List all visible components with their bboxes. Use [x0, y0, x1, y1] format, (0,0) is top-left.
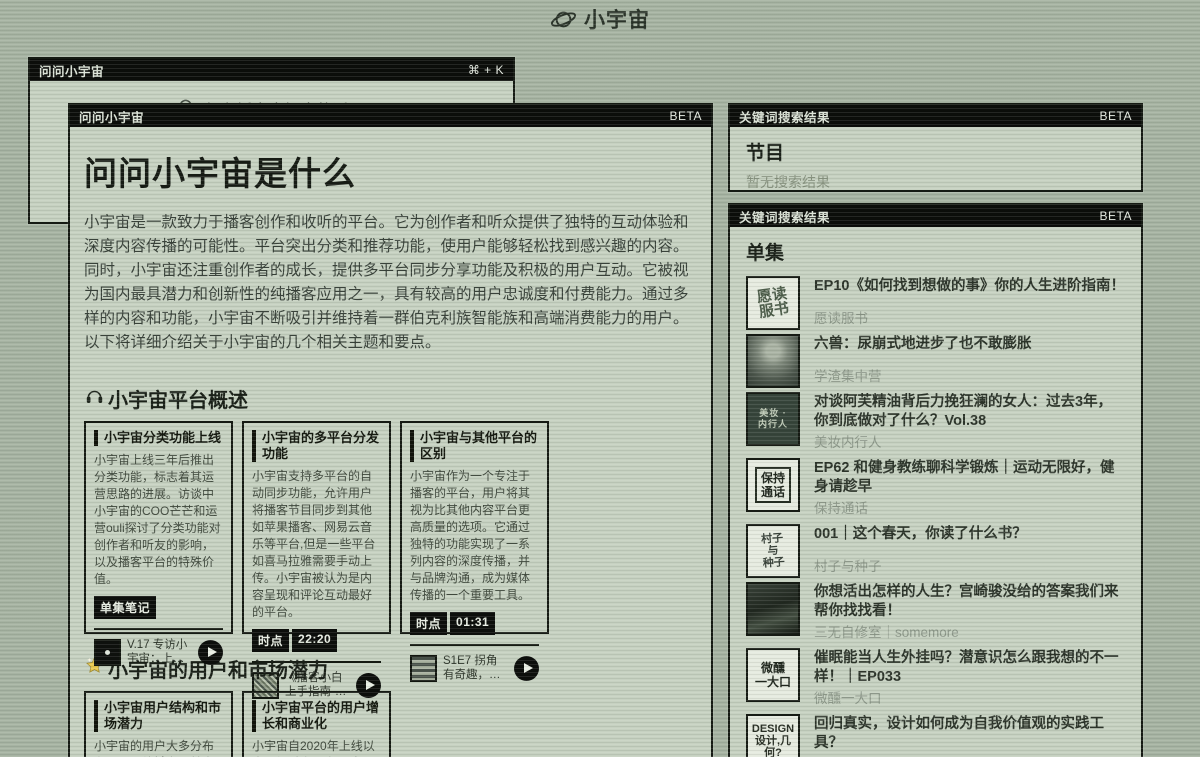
episode-cover: 村子 与 种子 — [746, 524, 800, 578]
section-header-users-market: 小宇宙的用户和市场潜力 — [84, 654, 697, 683]
episode-result-item[interactable]: 六兽：尿崩式地进步了也不敢膨胀 学渣集中营 — [746, 334, 1125, 388]
intro-paragraph: 小宇宙是一款致力于播客创作和收听的平台。它为创作者和听众提供了独特的互动体验和深… — [84, 211, 697, 355]
cover-text: 村子 与 种子 — [761, 532, 785, 569]
section-header-platform-overview: 小宇宙平台概述 — [84, 384, 697, 413]
topic-card: 小宇宙的多平台分发功能 小宇宙支持多平台的自动同步功能，允许用户将播客节目同步到… — [242, 421, 391, 634]
episode-source[interactable]: S1E7 拐角有奇趣，年轻大社... — [410, 646, 539, 682]
podcast-name: 愿读服书 — [814, 307, 1125, 327]
card-body: 小宇宙上线三年后推出分类功能，标志着其运营思路的进展。访谈中小宇宙的COO芒芒和… — [94, 452, 223, 588]
episode-result-item[interactable]: 保持 通话 EP62 和健身教练聊科学锻炼｜运动无限好，健身请趁早 保持通话 — [746, 458, 1125, 520]
episode-cover — [94, 639, 121, 666]
topic-card: 小宇宙与其他平台的区别 小宇宙作为一个专注于播客的平台，用户将其视为比其他内容平… — [400, 421, 549, 634]
brand-logo: 小宇宙 — [0, 4, 1200, 34]
podcast-name: 「设计,几何?」 — [814, 753, 1125, 757]
podcast-name: 三无自修室｜somemore — [814, 621, 1125, 641]
brand-name: 小宇宙 — [584, 4, 650, 34]
podcast-name: 村子与种子 — [814, 555, 1125, 575]
episode-title: 对谈阿芙精油背后力挽狂澜的女人：过去3年，你到底做对了什么？Vol.38 — [814, 393, 1125, 431]
cover-text: 微醺 一大口 — [755, 661, 791, 689]
card-title: 小宇宙平台的用户增长和商业化 — [252, 700, 381, 732]
page-title: 问问小宇宙是什么 — [84, 147, 697, 195]
episode-result-item[interactable]: 微醺 一大口 催眠能当人生外挂吗？潜意识怎么跟我想的不一样！｜EP033 微醺一… — [746, 648, 1125, 710]
cards-row-users: 小宇宙用户结构和市场潜力 小宇宙的用户大多分布在一、二线城市，其中许多用户的年收… — [84, 691, 697, 757]
cards-row-overview: 小宇宙分类功能上线 小宇宙上线三年后推出分类功能，标志着其运营思路的进展。访谈中… — [84, 421, 697, 634]
episode-title: 001｜这个春天，你读了什么书？ — [814, 525, 1125, 544]
cover-text: 愿读 服书 — [756, 286, 790, 320]
card-title: 小宇宙与其他平台的区别 — [410, 430, 539, 462]
episode-cover — [746, 334, 800, 388]
episode-cover: 保持 通话 — [746, 458, 800, 512]
shows-heading: 节目 — [746, 138, 1125, 165]
episode-results-list: 愿读 服书 EP10《如何找到想做的事》你的人生进阶指南！ 愿读服书 六兽：尿崩… — [746, 276, 1125, 757]
episode-cover — [746, 582, 800, 636]
episode-title: 回归真实，设计如何成为自我价值观的实践工具？ — [814, 715, 1125, 753]
episode-result-item[interactable]: 美妆 · 内行人 对谈阿芙精油背后力挽狂澜的女人：过去3年，你到底做对了什么？V… — [746, 392, 1125, 454]
episode-title: 催眠能当人生外挂吗？潜意识怎么跟我想的不一样！｜EP033 — [814, 649, 1125, 687]
panel-title: 关键词搜索结果 — [739, 207, 830, 226]
beta-badge: BETA — [670, 109, 702, 123]
podcast-name: 微醺一大口 — [814, 687, 1125, 707]
card-body: 小宇宙自2020年上线以来，经过多个发展阶段，从验证需求到渐渐成为重要平台，在用… — [252, 738, 381, 757]
beta-badge: BETA — [1100, 209, 1132, 223]
topic-card: 小宇宙分类功能上线 小宇宙上线三年后推出分类功能，标志着其运营思路的进展。访谈中… — [84, 421, 233, 634]
episode-cover: 愿读 服书 — [746, 276, 800, 330]
note-type-badge: 单集笔记 — [94, 596, 156, 619]
section-title: 小宇宙平台概述 — [108, 384, 248, 413]
episode-title: EP62 和健身教练聊科学锻炼｜运动无限好，健身请趁早 — [814, 459, 1125, 497]
episode-result-item[interactable]: 你想活出怎样的人生？宫崎骏没给的答案我们来帮你找找看！ 三无自修室｜somemo… — [746, 582, 1125, 644]
episode-title: 六兽：尿崩式地进步了也不敢膨胀 — [814, 335, 1125, 354]
card-title: 小宇宙的多平台分发功能 — [252, 430, 381, 462]
cover-text: 保持 通话 — [755, 467, 791, 503]
play-button[interactable] — [198, 640, 223, 665]
card-body: 小宇宙支持多平台的自动同步功能，允许用户将播客节目同步到其他如苹果播客、网易云音… — [252, 468, 381, 621]
timestamp-badge: 01:31 — [450, 612, 495, 635]
play-button[interactable] — [356, 673, 381, 698]
search-window-titlebar[interactable]: 问问小宇宙 ⌘ + K — [30, 59, 513, 81]
timepoint-label-badge: 时点 — [410, 612, 447, 635]
topic-card: 小宇宙用户结构和市场潜力 小宇宙的用户大多分布在一、二线城市，其中许多用户的年收… — [84, 691, 233, 757]
play-button[interactable] — [514, 656, 539, 681]
headphones-icon — [84, 385, 105, 412]
episode-result-item[interactable]: DESIGN 设计,几何? 回归真实，设计如何成为自我价值观的实践工具？ 「设计… — [746, 714, 1125, 757]
episode-cover — [410, 655, 437, 682]
card-title: 小宇宙用户结构和市场潜力 — [94, 700, 223, 732]
keyword-results-episodes-panel: 关键词搜索结果 BETA 单集 愿读 服书 EP10《如何找到想做的事》你的人生… — [728, 203, 1143, 757]
podcast-name: 保持通话 — [814, 497, 1125, 517]
answer-window-titlebar[interactable]: 问问小宇宙 BETA — [70, 105, 711, 127]
app-background: 小宇宙 问问小宇宙 ⌘ + K 想在播客中探索的话题 问问小宇宙 BETA 问问… — [0, 0, 1200, 757]
podcast-name: 美妆内行人 — [814, 431, 1125, 451]
shows-panel-titlebar[interactable]: 关键词搜索结果 BETA — [730, 105, 1141, 127]
ask-answer-window: 问问小宇宙 BETA 问问小宇宙是什么 小宇宙是一款致力于播客创作和收听的平台。… — [68, 103, 713, 757]
search-window-title: 问问小宇宙 — [39, 61, 104, 80]
timepoint-label-badge: 时点 — [252, 629, 289, 652]
episode-title: 你想活出怎样的人生？宫崎骏没给的答案我们来帮你找找看！ — [814, 583, 1125, 621]
episode-cover: 微醺 一大口 — [746, 648, 800, 702]
timestamp-badge: 22:20 — [292, 629, 337, 652]
keyboard-shortcut: ⌘ + K — [468, 63, 504, 77]
cover-text: 美妆 · 内行人 — [758, 408, 788, 430]
episode-title: S1E7 拐角有奇趣，年轻大社... — [443, 654, 508, 682]
episode-title: EP10《如何找到想做的事》你的人生进阶指南！ — [814, 277, 1125, 296]
no-results-text: 暂无搜索结果 — [746, 172, 1125, 192]
podcast-name: 学渣集中营 — [814, 365, 1125, 385]
episode-cover: DESIGN 设计,几何? — [746, 714, 800, 757]
cover-text: DESIGN 设计,几何? — [748, 723, 798, 757]
card-body: 小宇宙的用户大多分布在一、二线城市，其中许多用户的年收入超过25万，68%为女性… — [94, 738, 223, 757]
keyword-results-shows-panel: 关键词搜索结果 BETA 节目 暂无搜索结果 — [728, 103, 1143, 192]
panel-title: 关键词搜索结果 — [739, 107, 830, 126]
episode-cover: 美妆 · 内行人 — [746, 392, 800, 446]
beta-badge: BETA — [1100, 109, 1132, 123]
episode-result-item[interactable]: 村子 与 种子 001｜这个春天，你读了什么书？ 村子与种子 — [746, 524, 1125, 578]
planet-icon — [550, 6, 577, 33]
episodes-panel-titlebar[interactable]: 关键词搜索结果 BETA — [730, 205, 1141, 227]
topic-card: 小宇宙平台的用户增长和商业化 小宇宙自2020年上线以来，经过多个发展阶段，从验… — [242, 691, 391, 757]
card-title: 小宇宙分类功能上线 — [94, 430, 223, 446]
episode-result-item[interactable]: 愿读 服书 EP10《如何找到想做的事》你的人生进阶指南！ 愿读服书 — [746, 276, 1125, 330]
card-body: 小宇宙作为一个专注于播客的平台，用户将其视为比其他内容平台更高质量的选项。它通过… — [410, 468, 539, 604]
answer-window-title: 问问小宇宙 — [79, 107, 144, 126]
episodes-heading: 单集 — [746, 238, 1125, 265]
